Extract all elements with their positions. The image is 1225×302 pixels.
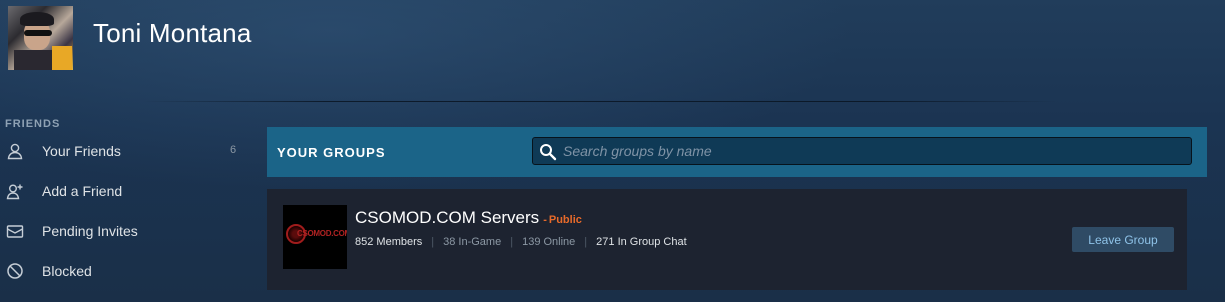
search-icon [540, 144, 557, 161]
stat-separator: | [510, 236, 514, 248]
header-divider [142, 101, 1057, 102]
group-in-chat: 271 In Group Chat [596, 236, 687, 248]
group-online: 139 Online [522, 236, 576, 248]
avatar-book [52, 46, 72, 70]
blocked-icon [7, 263, 23, 279]
avatar-hair [20, 12, 54, 26]
visibility-dash: - [543, 214, 547, 226]
avatar[interactable] [8, 6, 73, 70]
person-icon [7, 143, 23, 160]
group-name[interactable]: CSOMOD.COM Servers - Public [355, 208, 582, 228]
search-input[interactable] [563, 138, 1183, 164]
group-members: 852 Members [355, 236, 423, 248]
group-visibility-badge: - Public [543, 214, 582, 226]
group-stats: 852 Members | 38 In-Game | 139 Online | 271 In… [355, 236, 687, 248]
stat-separator: | [431, 236, 435, 248]
sidebar-heading: FRIENDS [5, 118, 61, 130]
avatar-glasses [24, 30, 52, 36]
group-in-game: 38 In-Game [443, 236, 502, 248]
search-box[interactable] [532, 137, 1192, 165]
sidebar-item-label: Your Friends [42, 143, 121, 159]
groups-header: YOUR GROUPS [267, 127, 1207, 177]
avatar-shirt [14, 50, 54, 70]
group-name-text[interactable]: CSOMOD.COM Servers [355, 208, 539, 227]
group-avatar[interactable]: CSOMOD.COM [283, 205, 347, 269]
sidebar-item-add-friend[interactable]: Add a Friend [0, 176, 250, 206]
sidebar-item-label: Blocked [42, 263, 92, 279]
sidebar-item-pending-invites[interactable]: Pending Invites [0, 216, 250, 246]
group-card[interactable]: CSOMOD.COM CSOMOD.COM Servers - Public 852… [267, 189, 1187, 290]
sidebar-item-blocked[interactable]: Blocked [0, 256, 250, 286]
add-person-icon [6, 184, 23, 200]
panel-title: YOUR GROUPS [277, 145, 386, 160]
sidebar-item-label: Pending Invites [42, 223, 138, 239]
group-logo-text: CSOMOD.COM [297, 229, 347, 238]
stat-separator: | [584, 236, 588, 248]
leave-group-button[interactable]: Leave Group [1072, 227, 1174, 252]
visibility-label: Public [548, 214, 582, 226]
sidebar-item-label: Add a Friend [42, 183, 123, 199]
friends-count: 6 [230, 144, 237, 156]
envelope-icon [6, 225, 24, 238]
profile-name[interactable]: Toni Montana [93, 18, 252, 49]
sidebar-item-your-friends[interactable]: Your Friends 6 [0, 136, 250, 166]
